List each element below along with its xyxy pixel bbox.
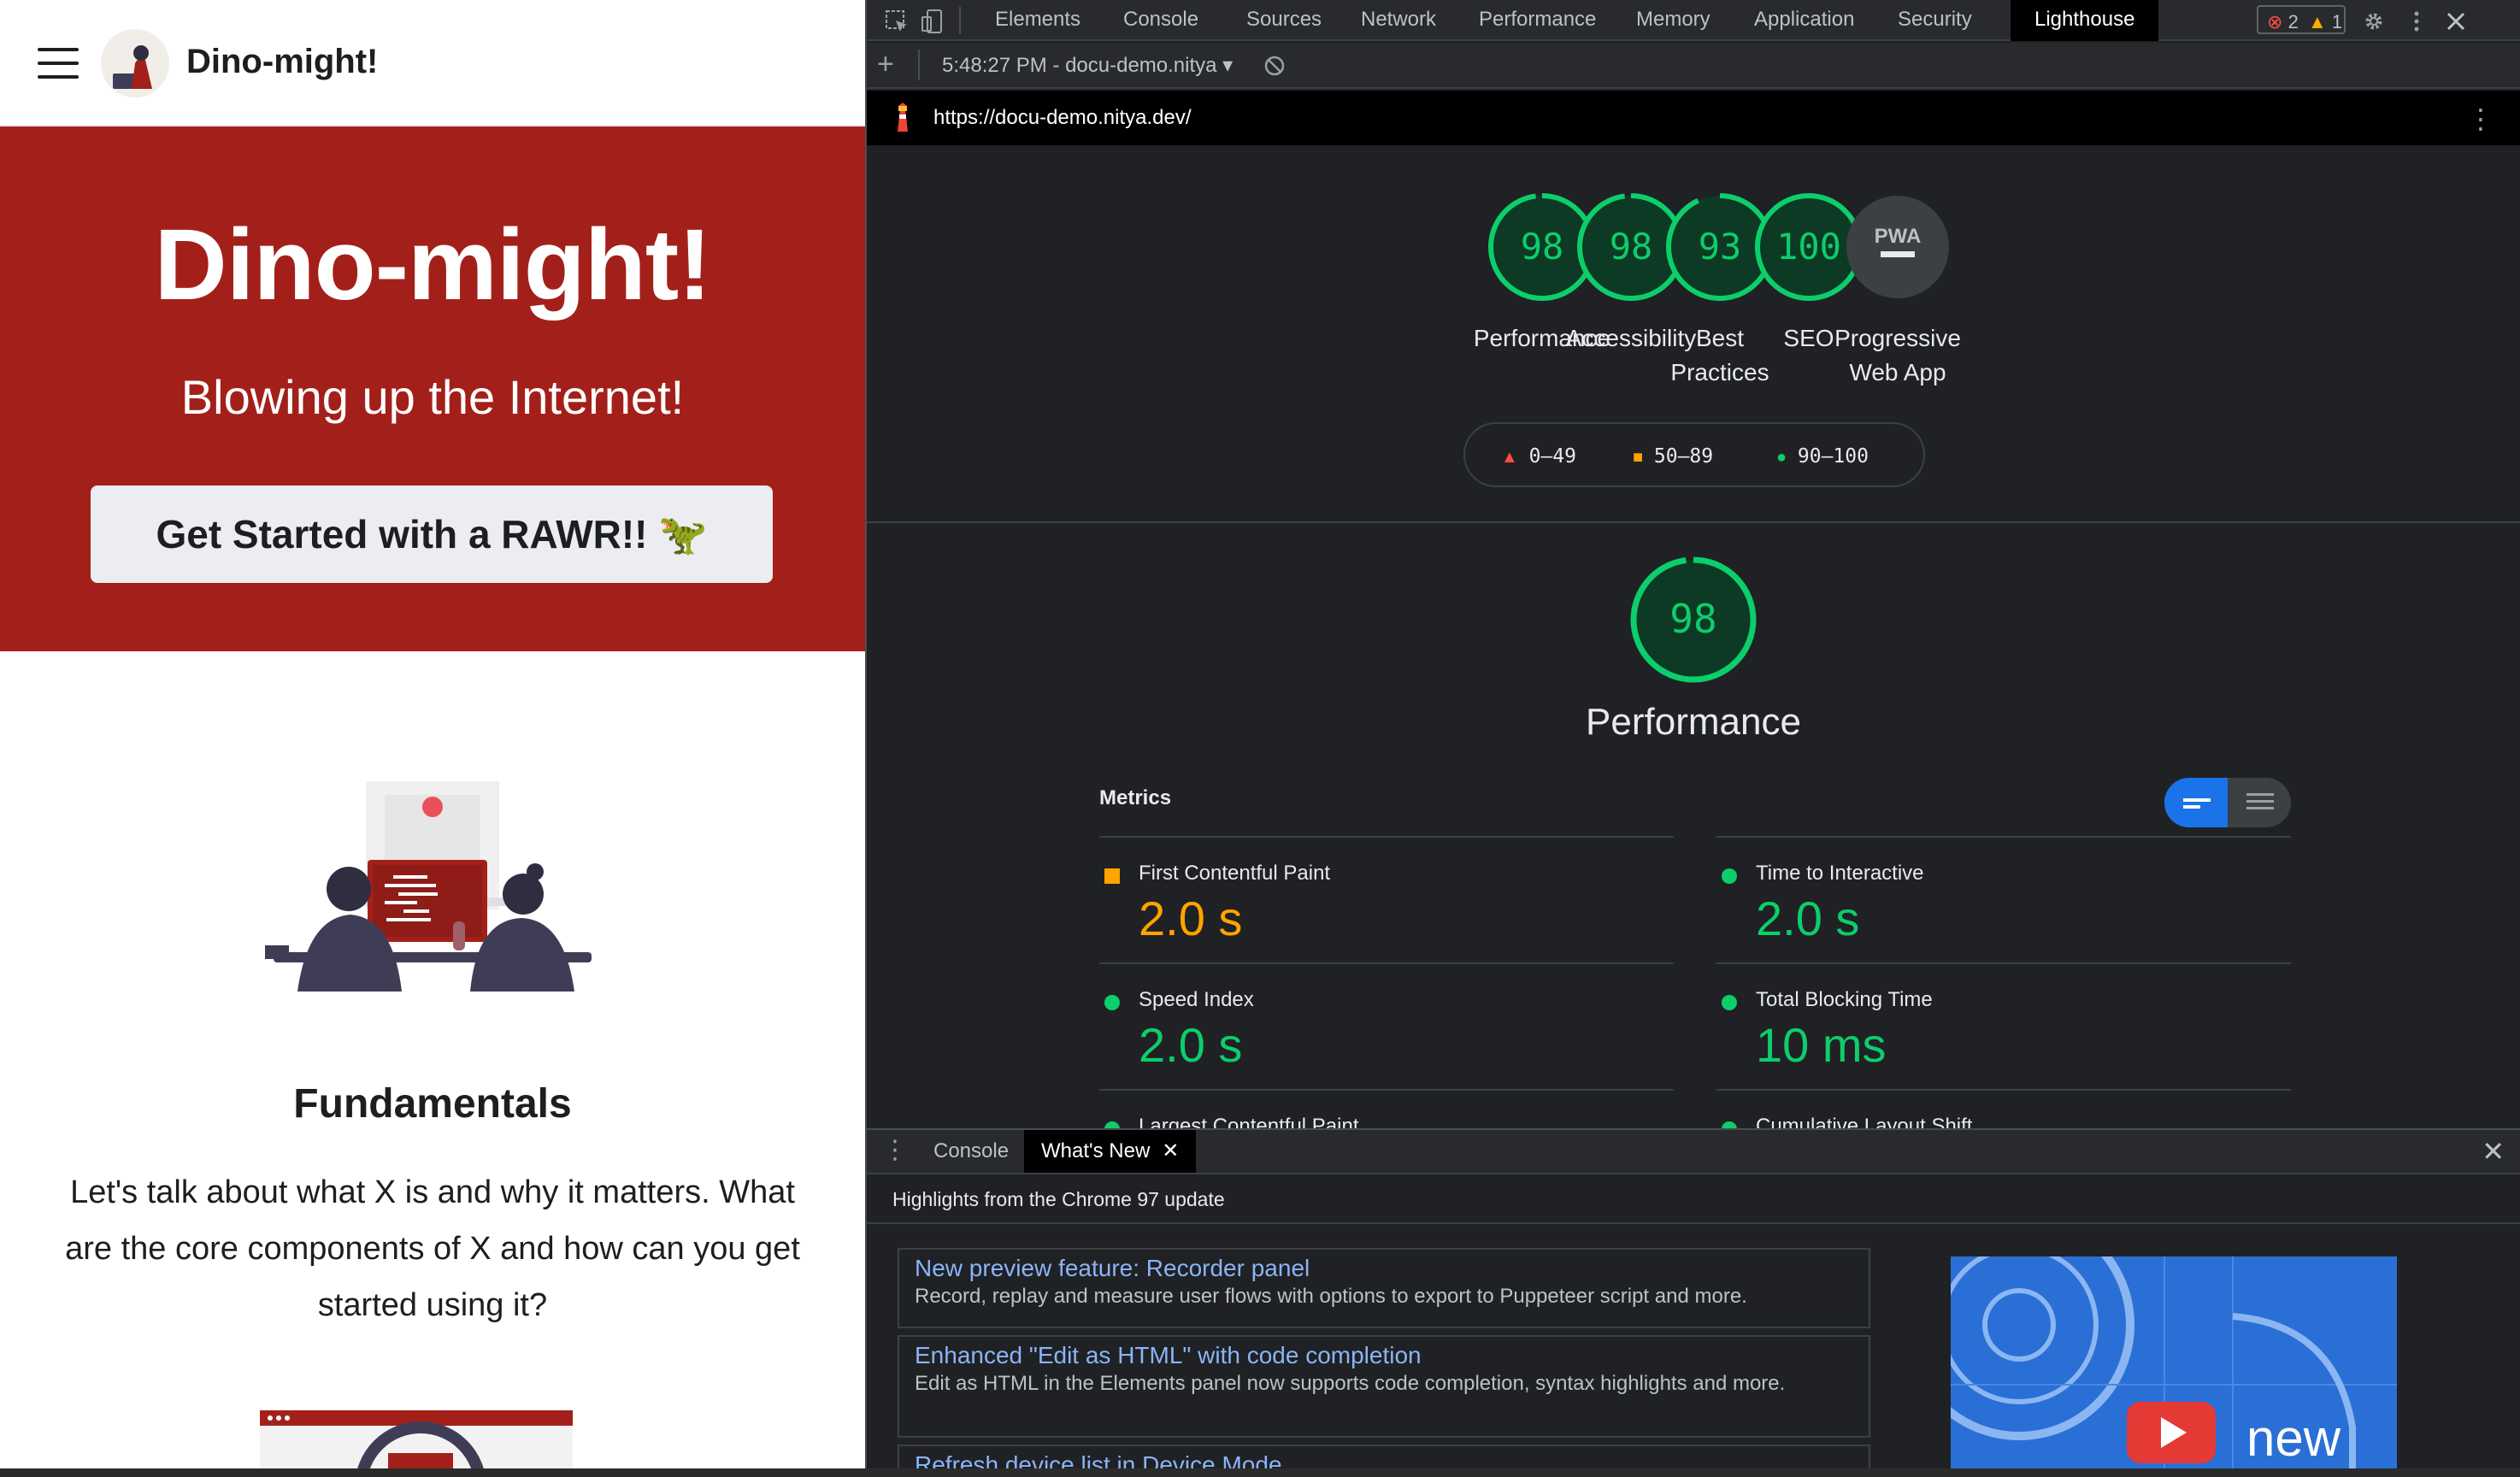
section-title: Fundamentals [293,1081,572,1127]
devtools-panel: Elements Console Sources Network Perform… [867,0,2520,1477]
metric-value: 10 ms [1756,1018,1887,1072]
devtools-drawer: ⋮ Console What's New ✕ ✕ Highlights from … [867,1128,2520,1477]
whats-new-item-title[interactable]: New preview feature: Recorder panel [915,1255,1853,1282]
more-options-icon[interactable] [2404,9,2429,34]
performance-category-gauge: 98 [1630,556,1757,683]
gauge-label: Progressive Web App [1834,325,1961,385]
metric-label: Time to Interactive [1756,862,1924,885]
devtools-tab-bar: Elements Console Sources Network Perform… [867,0,2520,41]
legend-average: ■ 50–89 [1633,445,1714,468]
metric-value: 2.0 s [1139,891,1243,945]
circle-icon [1722,868,1737,884]
legend-fail: ▲ 0–49 [1501,445,1576,468]
close-tab-icon[interactable]: ✕ [1162,1139,1179,1162]
gear-icon[interactable] [2361,9,2387,34]
circle-icon [1104,995,1120,1010]
svg-text:98: 98 [1669,596,1716,642]
score-legend: ▲ 0–49 ■ 50–89 ● 90–100 [1463,422,1925,487]
video-caption: new [2246,1409,2341,1467]
report-separator [867,521,2520,523]
tab-performance[interactable]: Performance [1479,0,1596,41]
error-icon: ⊗ [2267,11,2283,32]
hero-title: Dino-might! [154,209,712,321]
legend-pass: ● 90–100 [1776,445,1869,468]
whats-new-item[interactable]: New preview feature: Recorder panel Reco… [898,1248,1870,1328]
square-icon [1104,868,1120,884]
triangle-icon: ▲ [1501,448,1518,467]
drawer-separator [867,1222,2520,1224]
tab-sources[interactable]: Sources [1246,0,1322,41]
whats-new-item[interactable]: Enhanced "Edit as HTML" with code comple… [898,1335,1870,1438]
metric-label: Total Blocking Time [1756,988,1933,1011]
website-viewport: Dino-might! Dino-might! Blowing up the I… [0,0,865,1477]
metric-row: Time to Interactive 2.0 s [1716,836,2291,962]
menu-icon[interactable] [38,46,79,80]
compact-view-button[interactable] [2164,778,2228,827]
error-count: ⊗ 2 [2267,11,2299,32]
whats-new-item-desc: Record, replay and measure user flows wi… [915,1285,1747,1308]
metric-label: First Contentful Paint [1139,862,1331,885]
tab-application[interactable]: Application [1754,0,1854,41]
hero-banner: Dino-might! Blowing up the Internet! Get… [0,127,865,651]
tab-security[interactable]: Security [1898,0,1972,41]
site-navbar: Dino-might! [0,0,865,127]
whats-new-video-thumbnail[interactable]: new [1951,1256,2397,1477]
tab-network[interactable]: Network [1361,0,1436,41]
site-logo[interactable] [101,29,169,97]
lighthouse-toolbar: + 5:48:27 PM - docu-demo.nitya ▾ [867,43,2520,89]
pwa-dash-icon [1881,251,1915,257]
report-menu-icon[interactable]: ⋮ [2467,103,2494,135]
square-icon: ■ [1633,448,1644,467]
metrics-heading: Metrics [1099,786,1172,809]
hero-tagline: Blowing up the Internet! [180,370,685,424]
expanded-view-icon[interactable] [2228,778,2291,827]
issues-counter[interactable]: ⊗ 2 ▲ 1 [2257,5,2346,34]
whats-new-header: Highlights from the Chrome 97 update [892,1188,1225,1210]
compact-view-icon [2183,798,2211,809]
metric-label: Speed Index [1139,988,1254,1011]
metric-row: Speed Index 2.0 s [1099,962,1674,1089]
tab-console[interactable]: Console [1123,0,1198,41]
circle-icon: ● [1776,448,1787,467]
drawer-tab-bar: ⋮ Console What's New ✕ ✕ [867,1130,2520,1174]
score-gauge-progressive-web-app[interactable]: PWA Progressive Web App [1812,191,1983,390]
inspect-element-icon[interactable] [884,9,910,34]
report-url[interactable]: https://docu-demo.nitya.dev/ [933,106,1192,130]
lighthouse-report: 98 Performance 98 Accessibility 93 Best Pract… [867,145,2520,1138]
metric-row: Total Blocking Time 10 ms [1716,962,2291,1089]
tab-elements[interactable]: Elements [995,0,1080,41]
pwa-badge-icon: PWA [1875,225,1922,248]
report-url-bar: https://docu-demo.nitya.dev/ ⋮ [867,91,2520,145]
lighthouse-logo-icon [898,103,908,132]
whats-new-item-desc: Edit as HTML in the Elements panel now s… [915,1372,1786,1395]
close-drawer-icon[interactable]: ✕ [2482,1135,2505,1168]
close-devtools-icon[interactable] [2443,9,2469,34]
metric-value: 2.0 s [1139,1018,1243,1072]
drawer-tab-whats-new[interactable]: What's New ✕ [1024,1130,1197,1173]
metric-row: First Contentful Paint 2.0 s [1099,836,1674,962]
warning-icon: ▲ [2308,11,2327,32]
section-text: Let's talk about what X is and why it ma… [65,1174,800,1323]
circle-icon [1722,995,1737,1010]
metrics-view-toggle[interactable] [2164,778,2291,827]
site-brand[interactable]: Dino-might! [186,43,378,81]
gauge-ring: PWA [1846,196,1949,298]
warning-count: ▲ 1 [2308,11,2343,32]
tab-lighthouse[interactable]: Lighthouse [2011,0,2159,41]
metric-value: 2.0 s [1756,891,1860,945]
new-report-button[interactable]: + [877,48,894,81]
get-started-button[interactable]: Get Started with a RAWR!! 🦖 [91,485,773,583]
window-bottom-edge [0,1468,2520,1477]
browser-window-illustration [260,1410,573,1477]
whats-new-item-title[interactable]: Enhanced "Edit as HTML" with code comple… [915,1342,1853,1369]
drawer-tab-console[interactable]: Console [933,1130,1009,1173]
people-at-computer-illustration [256,778,609,1009]
report-select[interactable]: 5:48:27 PM - docu-demo.nitya ▾ [942,53,1246,78]
device-toolbar-icon[interactable] [920,9,945,34]
performance-category-title: Performance [1586,701,1801,743]
tab-memory[interactable]: Memory [1636,0,1710,41]
clear-reports-icon[interactable] [1262,53,1287,79]
drawer-menu-icon[interactable]: ⋮ [882,1135,908,1165]
toolbar-separator [918,50,920,80]
